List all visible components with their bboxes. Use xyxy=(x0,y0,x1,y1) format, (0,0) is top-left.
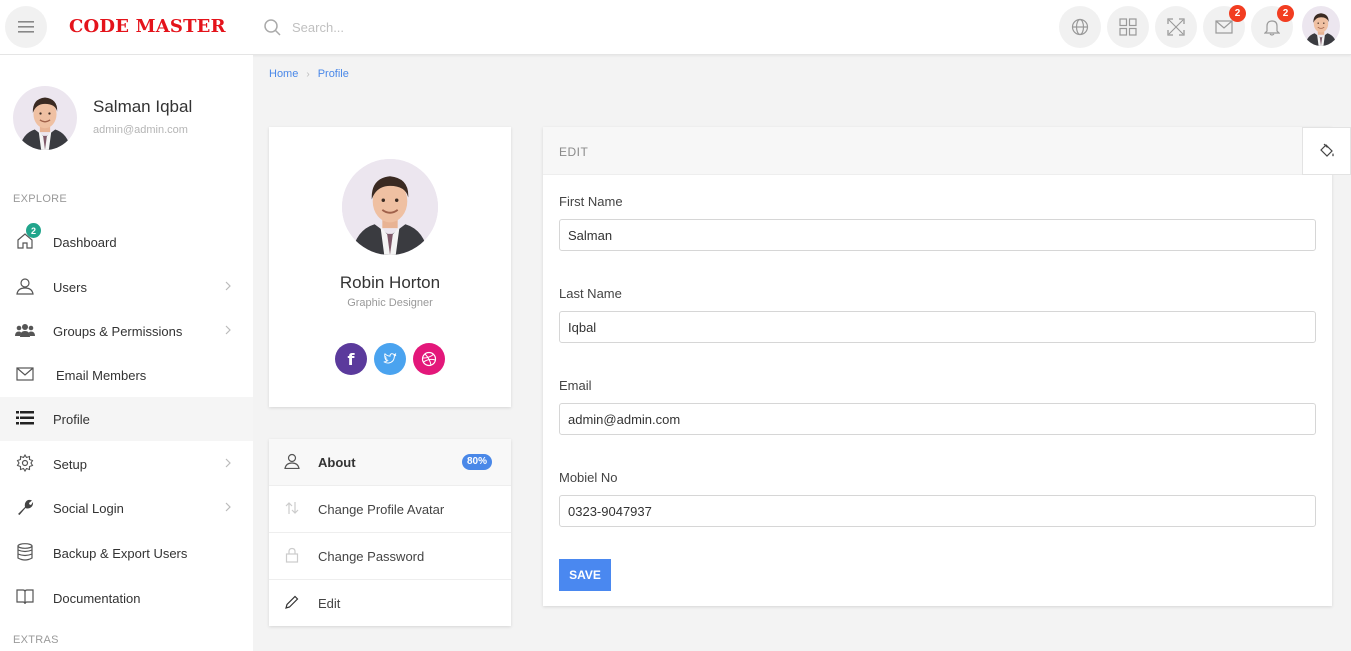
sidebar-user-email: admin@admin.com xyxy=(93,124,188,136)
save-button[interactable]: SAVE xyxy=(559,559,611,591)
brand-logo[interactable]: CODE MASTER xyxy=(69,16,226,37)
dribbble-icon xyxy=(421,351,437,367)
sidebar-item-social-login[interactable]: Social Login xyxy=(0,486,253,530)
expand-icon xyxy=(1167,18,1185,36)
sidebar-item-email-members[interactable]: Email Members xyxy=(0,353,253,397)
search-input[interactable] xyxy=(292,16,592,38)
breadcrumb-home[interactable]: Home xyxy=(269,68,298,80)
chevron-right-icon xyxy=(225,502,231,512)
sidebar-item-dashboard[interactable]: 2 Dashboard xyxy=(0,220,253,264)
edit-card-header: EDIT xyxy=(543,127,1332,175)
completion-badge: 80% xyxy=(462,454,493,470)
sidebar-item-label: Social Login xyxy=(53,500,124,516)
sidebar-item-label: Groups & Permissions xyxy=(53,323,183,339)
chevron-right-icon xyxy=(225,281,231,291)
sidebar-item-users[interactable]: Users xyxy=(0,265,253,309)
sidebar-item-label: Backup & Export Users xyxy=(53,545,188,561)
bell-icon xyxy=(1264,20,1280,36)
dribbble-button[interactable] xyxy=(413,343,445,375)
sidebar-item-label: Setup xyxy=(53,456,87,472)
email-label: Email xyxy=(559,378,592,393)
users-group-icon xyxy=(15,320,35,340)
wrench-icon xyxy=(15,497,35,517)
twitter-icon xyxy=(383,353,397,364)
facebook-button[interactable]: f xyxy=(335,343,367,375)
pencil-icon xyxy=(285,595,299,609)
messages-button[interactable]: 2 xyxy=(1203,5,1246,48)
profile-menu-label: Edit xyxy=(318,596,341,611)
sidebar-item-label: Email Members xyxy=(56,367,147,383)
hamburger-menu-button[interactable] xyxy=(5,6,47,48)
sidebar-item-label: Users xyxy=(53,279,87,295)
hamburger-icon xyxy=(18,21,34,33)
last-name-field[interactable] xyxy=(559,311,1316,343)
notifications-badge: 2 xyxy=(1277,5,1294,22)
breadcrumb-separator: › xyxy=(306,68,310,80)
user-icon xyxy=(284,453,300,469)
profile-menu-label: About xyxy=(318,455,356,470)
database-icon xyxy=(15,542,35,562)
notifications-button[interactable]: 2 xyxy=(1251,5,1294,48)
mobile-label: Mobiel No xyxy=(559,470,618,485)
fullscreen-button[interactable] xyxy=(1155,6,1197,48)
book-icon xyxy=(15,587,35,607)
section-extras: EXTRAS xyxy=(13,634,59,646)
sidebar-item-groups[interactable]: Groups & Permissions xyxy=(0,309,253,353)
theme-settings-button[interactable] xyxy=(1302,127,1351,175)
messages-badge: 2 xyxy=(1229,5,1246,22)
sidebar-item-label: Profile xyxy=(53,411,90,427)
lock-icon xyxy=(285,547,299,563)
chevron-right-icon xyxy=(225,325,231,335)
sidebar-avatar xyxy=(13,86,77,150)
top-bar: CODE MASTER 2 xyxy=(0,0,1351,55)
sidebar-user-name: Salman Iqbal xyxy=(93,97,193,116)
sidebar-item-label: Dashboard xyxy=(53,234,117,250)
dashboard-badge: 2 xyxy=(26,223,41,238)
sidebar-item-backup[interactable]: Backup & Export Users xyxy=(0,531,253,575)
language-button[interactable] xyxy=(1059,6,1101,48)
sidebar-item-documentation[interactable]: Documentation xyxy=(0,576,253,620)
edit-card-title: EDIT xyxy=(559,145,589,159)
gear-icon xyxy=(15,453,35,473)
breadcrumb: Home › Profile xyxy=(269,68,349,80)
search-icon xyxy=(264,19,281,36)
first-name-label: First Name xyxy=(559,194,623,209)
grid-icon xyxy=(1119,18,1137,36)
globe-icon xyxy=(1071,18,1089,36)
sidebar-item-label: Documentation xyxy=(53,590,141,606)
sidebar-item-profile[interactable]: Profile xyxy=(0,397,253,441)
edit-card: EDIT First Name Last Name Email Mobiel N… xyxy=(543,127,1332,606)
profile-menu-label: Change Profile Avatar xyxy=(318,502,445,517)
user-avatar[interactable] xyxy=(1302,6,1340,46)
mobile-field[interactable] xyxy=(559,495,1316,527)
last-name-label: Last Name xyxy=(559,286,622,301)
profile-avatar xyxy=(342,159,438,255)
breadcrumb-current[interactable]: Profile xyxy=(318,68,349,80)
email-field[interactable] xyxy=(559,403,1316,435)
arrows-icon xyxy=(285,502,299,514)
list-icon xyxy=(15,408,35,428)
first-name-field[interactable] xyxy=(559,219,1316,251)
profile-role: Graphic Designer xyxy=(347,297,433,309)
profile-menu-edit[interactable]: Edit xyxy=(269,580,511,627)
sidebar: Salman Iqbal admin@admin.com EXPLORE 2 D… xyxy=(0,55,253,651)
envelope-icon xyxy=(1215,20,1233,34)
profile-menu-change-avatar[interactable]: Change Profile Avatar xyxy=(269,486,511,533)
apps-button[interactable] xyxy=(1107,6,1149,48)
section-explore: EXPLORE xyxy=(13,193,68,205)
profile-menu-label: Change Password xyxy=(318,549,425,564)
envelope-icon xyxy=(15,364,35,384)
profile-menu-change-password[interactable]: Change Password xyxy=(269,533,511,580)
sidebar-item-setup[interactable]: Setup xyxy=(0,442,253,486)
profile-menu-about[interactable]: About 80% xyxy=(269,439,511,486)
user-icon xyxy=(15,276,35,296)
profile-name: Robin Horton xyxy=(339,273,441,292)
profile-card: Robin Horton Graphic Designer f xyxy=(269,127,511,407)
chevron-right-icon xyxy=(225,458,231,468)
paint-bucket-icon xyxy=(1319,143,1334,157)
profile-menu-card: About 80% Change Profile Avatar Change P… xyxy=(269,439,511,626)
twitter-button[interactable] xyxy=(374,343,406,375)
facebook-icon: f xyxy=(347,349,355,369)
